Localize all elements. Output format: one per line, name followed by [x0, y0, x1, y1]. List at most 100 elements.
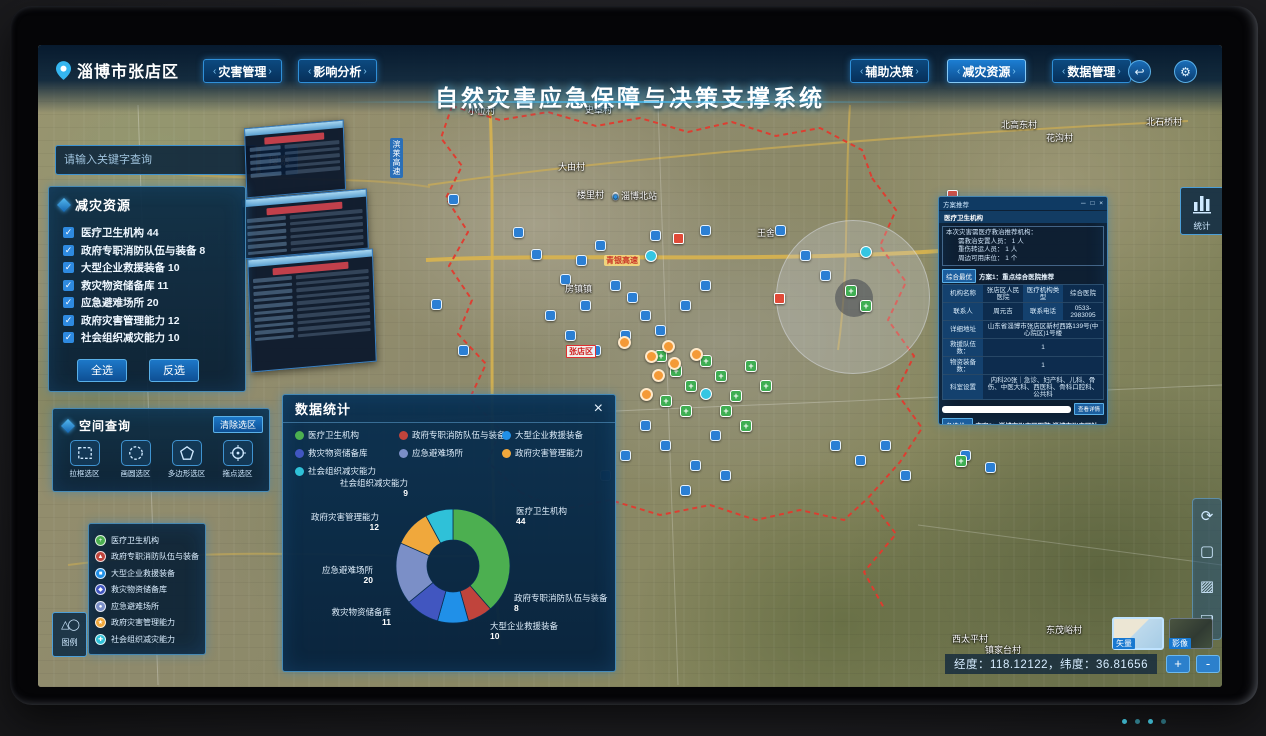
invert-select-button[interactable]: 反选: [149, 359, 199, 382]
facility-marker-blue[interactable]: [720, 470, 731, 481]
reset-view-icon[interactable]: ⟳: [1201, 509, 1214, 524]
medical-marker-green[interactable]: +: [740, 420, 752, 432]
resource-item[interactable]: ✓政府灾害管理能力 12: [63, 312, 237, 330]
facility-marker-blue[interactable]: [820, 270, 831, 281]
shelter-marker-cyan[interactable]: [645, 250, 657, 262]
plan-detail-button[interactable]: 查看详情: [1074, 403, 1104, 415]
back-button[interactable]: ↩: [1128, 60, 1151, 83]
medical-marker-green[interactable]: +: [680, 405, 692, 417]
basemap-imagery-button[interactable]: 影像: [1169, 618, 1213, 649]
facility-marker-blue[interactable]: [576, 255, 587, 266]
facility-marker-blue[interactable]: [531, 249, 542, 260]
checkbox-checked-icon[interactable]: ✓: [63, 315, 74, 326]
management-marker-orange[interactable]: [690, 348, 703, 361]
clear-selection-button[interactable]: 清除选区: [213, 416, 263, 433]
facility-marker-blue[interactable]: [650, 230, 661, 241]
nav-button-辅助决策[interactable]: ‹辅助决策›: [850, 59, 929, 83]
facility-marker-blue[interactable]: [610, 280, 621, 291]
management-marker-orange[interactable]: [662, 340, 675, 353]
medical-marker-green[interactable]: +: [660, 395, 672, 407]
checkbox-checked-icon[interactable]: ✓: [63, 227, 74, 238]
facility-marker-blue[interactable]: [458, 345, 469, 356]
tool-画圆选区[interactable]: 画圆选区: [112, 440, 159, 479]
facility-marker-blue[interactable]: [800, 250, 811, 261]
facility-marker-blue[interactable]: [595, 240, 606, 251]
legend-toggle-button[interactable]: △◯ 图例: [52, 612, 87, 657]
management-marker-orange[interactable]: [652, 369, 665, 382]
search-input[interactable]: [55, 145, 257, 175]
facility-marker-blue[interactable]: [620, 450, 631, 461]
facility-marker-blue[interactable]: [900, 470, 911, 481]
resource-item[interactable]: ✓医疗卫生机构 44: [63, 224, 237, 242]
shelter-marker-cyan[interactable]: [860, 246, 872, 258]
facility-marker-blue[interactable]: [700, 225, 711, 236]
medical-marker-green[interactable]: +: [860, 300, 872, 312]
medical-marker-green[interactable]: +: [715, 370, 727, 382]
facility-marker-blue[interactable]: [680, 300, 691, 311]
zoom-out-button[interactable]: -: [1196, 655, 1220, 673]
management-marker-orange[interactable]: [645, 350, 658, 363]
facility-marker-blue[interactable]: [655, 325, 666, 336]
warning-marker-red[interactable]: [774, 293, 785, 304]
facility-marker-blue[interactable]: [431, 299, 442, 310]
checkbox-checked-icon[interactable]: ✓: [63, 297, 74, 308]
facility-marker-blue[interactable]: [880, 440, 891, 451]
plan2-tab[interactable]: 备选推荐: [942, 418, 973, 425]
facility-marker-blue[interactable]: [775, 225, 786, 236]
facility-marker-blue[interactable]: [640, 310, 651, 321]
select-all-button[interactable]: 全选: [77, 359, 127, 382]
facility-marker-blue[interactable]: [830, 440, 841, 451]
tool-拉框选区[interactable]: 拉框选区: [61, 440, 108, 479]
resource-item[interactable]: ✓政府专职消防队伍与装备 8: [63, 242, 237, 260]
tools-button[interactable]: ⚙: [1174, 60, 1197, 83]
resource-item[interactable]: ✓社会组织减灾能力 10: [63, 329, 237, 347]
medical-marker-green[interactable]: +: [730, 390, 742, 402]
basemap-vector-button[interactable]: 矢量: [1112, 617, 1164, 650]
medical-marker-green[interactable]: +: [720, 405, 732, 417]
nav-button-减灾资源[interactable]: ‹减灾资源›: [947, 59, 1026, 83]
facility-marker-blue[interactable]: [580, 300, 591, 311]
hatch-region-icon[interactable]: ▨: [1200, 579, 1214, 594]
restore-icon[interactable]: □: [1090, 200, 1094, 207]
facility-marker-blue[interactable]: [680, 485, 691, 496]
management-marker-orange[interactable]: [668, 357, 681, 370]
resource-item[interactable]: ✓大型企业救援装备 10: [63, 259, 237, 277]
tool-拖点选区[interactable]: 拖点选区: [214, 440, 261, 479]
facility-marker-blue[interactable]: [448, 194, 459, 205]
facility-marker-blue[interactable]: [700, 280, 711, 291]
resource-item[interactable]: ✓应急避难场所 20: [63, 294, 237, 312]
management-marker-orange[interactable]: [618, 336, 631, 349]
plan1-tab[interactable]: 综合最优: [942, 269, 976, 283]
tool-多边形选区[interactable]: 多边形选区: [163, 440, 210, 479]
warning-marker-red[interactable]: [673, 233, 684, 244]
shelter-marker-cyan[interactable]: [700, 388, 712, 400]
statistics-button[interactable]: 统计: [1180, 187, 1222, 235]
checkbox-checked-icon[interactable]: ✓: [63, 332, 74, 343]
checkbox-checked-icon[interactable]: ✓: [63, 262, 74, 273]
facility-marker-blue[interactable]: [710, 430, 721, 441]
facility-marker-blue[interactable]: [640, 420, 651, 431]
checkbox-checked-icon[interactable]: ✓: [63, 280, 74, 291]
facility-marker-blue[interactable]: [690, 460, 701, 471]
zoom-in-button[interactable]: +: [1166, 655, 1190, 673]
close-icon[interactable]: ×: [594, 400, 603, 418]
medical-marker-green[interactable]: +: [845, 285, 857, 297]
minimize-icon[interactable]: ─: [1081, 200, 1086, 207]
nav-button-数据管理[interactable]: ‹数据管理›: [1052, 59, 1131, 83]
resource-item[interactable]: ✓救灾物资储备库 11: [63, 277, 237, 295]
facility-marker-blue[interactable]: [660, 440, 671, 451]
facility-marker-blue[interactable]: [513, 227, 524, 238]
medical-marker-green[interactable]: +: [745, 360, 757, 372]
rect-select-icon[interactable]: ▢: [1200, 544, 1214, 559]
facility-marker-blue[interactable]: [985, 462, 996, 473]
facility-marker-blue[interactable]: [855, 455, 866, 466]
medical-marker-green[interactable]: +: [955, 455, 967, 467]
facility-marker-blue[interactable]: [627, 292, 638, 303]
facility-marker-blue[interactable]: [545, 310, 556, 321]
facility-marker-blue[interactable]: [565, 330, 576, 341]
management-marker-orange[interactable]: [640, 388, 653, 401]
close-icon[interactable]: ×: [1099, 200, 1103, 207]
medical-marker-green[interactable]: +: [685, 380, 697, 392]
medical-marker-green[interactable]: +: [760, 380, 772, 392]
checkbox-checked-icon[interactable]: ✓: [63, 245, 74, 256]
